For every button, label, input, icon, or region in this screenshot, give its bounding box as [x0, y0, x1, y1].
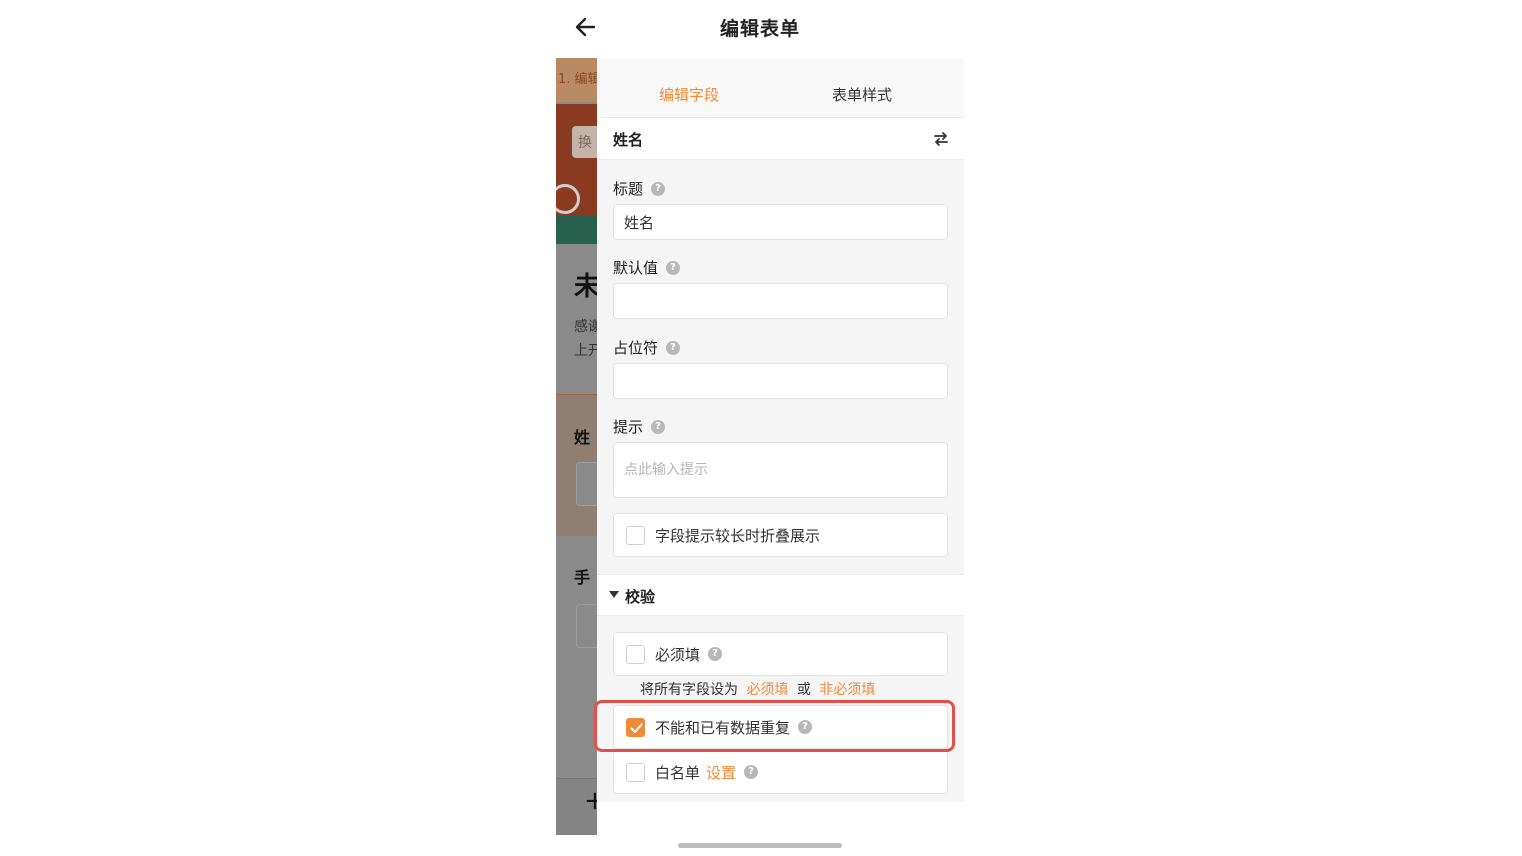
- default-value-label: 默认值: [613, 259, 659, 277]
- bg-add-icon: +: [584, 786, 597, 816]
- bg-banner: 换: [556, 104, 597, 244]
- field-editor-panel: 编辑字段 表单样式 姓名 标题 ? 默认值 ? 占位符 ?: [597, 58, 964, 835]
- bg-field1-input: [576, 462, 597, 506]
- default-value-input[interactable]: [613, 283, 948, 319]
- home-indicator[interactable]: [678, 843, 842, 848]
- fold-hint-option[interactable]: 字段提示较长时折叠展示: [613, 513, 948, 557]
- fold-hint-checkbox[interactable]: [626, 525, 645, 545]
- fold-hint-label: 字段提示较长时折叠展示: [655, 526, 821, 545]
- hint-help-icon[interactable]: ?: [651, 419, 666, 434]
- whitelist-label: 白名单: [655, 763, 701, 782]
- title-input[interactable]: [613, 204, 948, 240]
- placeholder-label-row: 占位符 ?: [613, 337, 681, 358]
- phone-screen: 编辑表单 1. 编辑 换 未 感谢 上开 姓 手 + 编辑字段 表单样式 姓名: [556, 0, 964, 856]
- tab-bar: 编辑字段 表单样式: [597, 58, 964, 118]
- placeholder-label: 占位符: [613, 339, 659, 357]
- set-all-optional-link[interactable]: 非必须填: [819, 682, 875, 698]
- required-checkbox[interactable]: [626, 644, 645, 664]
- required-label: 必须填: [655, 645, 701, 664]
- top-bar: 编辑表单: [556, 0, 964, 56]
- note-or: 或: [796, 682, 811, 698]
- bg-field2-input: [576, 604, 597, 648]
- placeholder-input[interactable]: [613, 363, 948, 399]
- whitelist-checkbox[interactable]: [626, 762, 645, 782]
- tab-form-style[interactable]: 表单样式: [832, 84, 892, 105]
- bg-step-label: 1. 编辑: [556, 58, 597, 102]
- bg-banner-stripe: [556, 216, 597, 244]
- bg-field1-label: 姓: [574, 428, 591, 447]
- hint-label: 提示: [613, 418, 644, 436]
- hint-label-row: 提示 ?: [613, 416, 666, 437]
- field-header: 姓名: [597, 118, 964, 160]
- required-option[interactable]: 必须填 ?: [613, 632, 948, 676]
- placeholder-help-icon[interactable]: ?: [666, 340, 681, 355]
- default-label-row: 默认值 ?: [613, 257, 681, 278]
- no-duplicate-help-icon[interactable]: ?: [798, 720, 813, 734]
- bg-field2-label: 手: [574, 568, 591, 587]
- default-value-help-icon[interactable]: ?: [666, 260, 681, 275]
- title-label: 标题: [613, 180, 644, 198]
- bg-desc-line1: 感谢: [574, 319, 597, 335]
- no-duplicate-checkbox[interactable]: [626, 717, 645, 737]
- whitelist-settings-link[interactable]: 设置: [706, 762, 736, 783]
- bg-swap-button: 换: [572, 126, 597, 158]
- whitelist-option[interactable]: 白名单 设置 ?: [613, 750, 948, 794]
- bg-heading: 未: [574, 272, 597, 302]
- validation-section-header[interactable]: 校验: [597, 574, 964, 616]
- set-all-fields-note: 将所有字段设为 必须填 或 非必须填: [640, 679, 879, 699]
- title-label-row: 标题 ?: [613, 178, 666, 199]
- switch-field-type-icon[interactable]: [932, 130, 950, 148]
- required-help-icon[interactable]: ?: [708, 647, 723, 661]
- title-help-icon[interactable]: ?: [651, 181, 666, 196]
- set-all-required-link[interactable]: 必须填: [746, 682, 788, 698]
- bg-desc-line2: 上开: [574, 343, 597, 359]
- no-duplicate-label: 不能和已有数据重复: [655, 718, 791, 737]
- page-title: 编辑表单: [719, 18, 800, 40]
- note-prefix: 将所有字段设为: [640, 682, 738, 698]
- background-page: 1. 编辑 换 未 感谢 上开 姓 手 +: [556, 58, 597, 835]
- panel-bottom-spacer: [597, 802, 964, 835]
- bg-banner-decoration: [556, 184, 580, 214]
- validation-section-title: 校验: [625, 588, 656, 606]
- tab-edit-fields[interactable]: 编辑字段: [659, 84, 719, 105]
- no-duplicate-option[interactable]: 不能和已有数据重复 ?: [613, 705, 948, 749]
- caret-down-icon: [609, 591, 619, 598]
- hint-textarea[interactable]: [613, 442, 948, 498]
- field-name: 姓名: [613, 131, 644, 149]
- whitelist-help-icon[interactable]: ?: [744, 765, 759, 779]
